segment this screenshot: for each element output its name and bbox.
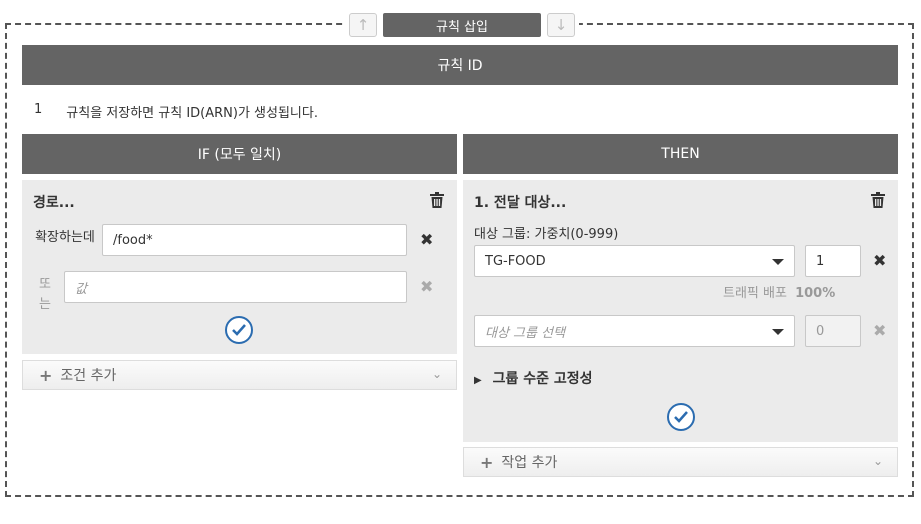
trash-icon[interactable] — [430, 192, 444, 208]
remove-or-value-icon[interactable]: ✖ — [420, 277, 433, 296]
arrow-down-icon: ↓ — [554, 16, 568, 34]
checkmark-icon — [232, 324, 246, 336]
condition-title: 경로... — [33, 195, 75, 211]
stickiness-label: 그룹 수준 고정성 — [492, 371, 593, 387]
rule-id-header: 규칙 ID — [22, 45, 898, 85]
arrow-up-icon: ↑ — [356, 16, 370, 34]
add-condition-button[interactable]: + 조건 추가 ⌄ — [22, 360, 457, 390]
remove-target-icon[interactable]: ✖ — [873, 251, 886, 270]
rule-number: 1 — [34, 102, 43, 117]
trash-icon[interactable] — [871, 192, 885, 208]
traffic-distribution-row: 트래픽 배포 100% — [723, 282, 835, 301]
target-group-placeholder-select[interactable]: 대상 그룹 선택 — [474, 315, 795, 347]
target-group-label: 대상 그룹: 가중치(0-999) — [474, 227, 619, 242]
action-panel: 1. 전달 대상... 대상 그룹: 가중치(0-999) TG-FOOD 1 … — [463, 180, 898, 442]
match-label: 확장하는데 — [35, 230, 95, 245]
traffic-label: 트래픽 배포 — [723, 286, 787, 301]
insert-rule-label: 규칙 삽입 — [383, 13, 541, 37]
add-condition-label: 조건 추가 — [60, 368, 117, 384]
add-action-button[interactable]: + 작업 추가 ⌄ — [463, 447, 898, 477]
weight-placeholder-input[interactable]: 0 — [805, 315, 861, 347]
if-header: IF (모두 일치) — [22, 134, 457, 174]
chevron-down-icon: ⌄ — [431, 367, 442, 381]
rule-id-row: 1 규칙을 저장하면 규칙 ID(ARN)가 생성됩니다. — [34, 102, 318, 121]
target-group-select[interactable]: TG-FOOD — [474, 245, 795, 277]
stickiness-toggle[interactable]: ▶ 그룹 수준 고정성 — [474, 368, 593, 388]
move-up-button[interactable]: ↑ — [349, 13, 377, 37]
weight-input[interactable]: 1 — [805, 245, 861, 277]
add-action-label: 작업 추가 — [501, 455, 558, 471]
then-header: THEN — [463, 134, 898, 174]
chevron-down-icon: ⌄ — [872, 454, 883, 468]
plus-icon: + — [39, 365, 53, 385]
condition-panel: 경로... 확장하는데 /food* ✖ 또는 값 ✖ — [22, 180, 457, 354]
remove-value-icon[interactable]: ✖ — [420, 230, 433, 249]
plus-icon: + — [480, 452, 494, 472]
checkmark-icon — [674, 411, 688, 423]
rule-insert-toolbar: ↑ 규칙 삽입 ↓ — [345, 12, 579, 38]
caret-down-icon — [772, 329, 784, 335]
target-group-value: TG-FOOD — [485, 253, 546, 269]
caret-down-icon — [772, 259, 784, 265]
confirm-action-button[interactable] — [667, 403, 695, 431]
traffic-value: 100% — [795, 286, 836, 301]
rule-id-message: 규칙을 저장하면 규칙 ID(ARN)가 생성됩니다. — [66, 106, 318, 121]
action-title: 1. 전달 대상... — [474, 195, 567, 211]
or-value-input[interactable]: 값 — [64, 271, 407, 303]
move-down-button[interactable]: ↓ — [547, 13, 575, 37]
caret-right-icon: ▶ — [474, 375, 482, 386]
remove-target-placeholder-icon[interactable]: ✖ — [873, 321, 886, 340]
confirm-condition-button[interactable] — [225, 316, 253, 344]
path-value-input[interactable]: /food* — [102, 224, 407, 256]
target-group-placeholder: 대상 그룹 선택 — [485, 325, 566, 341]
or-label: 또는 — [39, 277, 51, 312]
